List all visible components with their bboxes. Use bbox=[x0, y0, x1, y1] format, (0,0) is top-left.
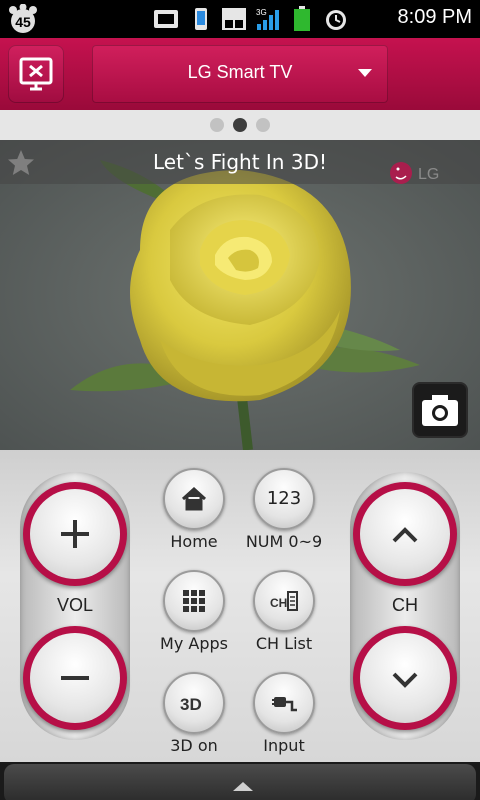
3d-button[interactable]: 3D bbox=[163, 672, 225, 734]
page-dot-active[interactable] bbox=[233, 118, 247, 132]
remote-panel: VOL CH Home 123 NUM 0~9 My Apps CH CH Li… bbox=[0, 450, 480, 762]
lg-logo-text: LG bbox=[418, 166, 439, 183]
battery-icon bbox=[294, 6, 310, 31]
chevron-down-icon bbox=[392, 672, 418, 688]
page-dot[interactable] bbox=[256, 118, 270, 132]
triangle-up-icon bbox=[233, 782, 253, 791]
signal-3g-icon: 3G bbox=[256, 8, 279, 30]
tv-preview: Let`s Fight In 3D! LG bbox=[0, 140, 480, 450]
alarm-clock-icon bbox=[326, 10, 346, 30]
volume-label: VOL bbox=[56, 595, 94, 615]
notification-badge-icon: 45 bbox=[9, 4, 37, 33]
input-button[interactable] bbox=[253, 672, 315, 734]
tv-screen-button[interactable] bbox=[8, 45, 64, 103]
badge-count: 45 bbox=[15, 14, 31, 30]
number-pad-label: NUM 0~9 bbox=[245, 532, 323, 551]
volume-up-button[interactable] bbox=[23, 482, 127, 586]
lg-logo-icon: LG bbox=[390, 162, 439, 184]
camera-icon bbox=[422, 395, 458, 426]
channel-list-button[interactable]: CH bbox=[253, 570, 315, 632]
number-pad-icon: 123 bbox=[266, 488, 302, 509]
device-selector[interactable]: LG Smart TV bbox=[92, 45, 388, 103]
page-indicator bbox=[0, 110, 480, 140]
volume-down-button[interactable] bbox=[23, 626, 127, 730]
home-icon bbox=[181, 486, 207, 511]
chevron-down-icon bbox=[358, 69, 372, 77]
tv-off-icon bbox=[19, 57, 53, 91]
data-transfer-icon bbox=[222, 8, 246, 30]
network-type: 3G bbox=[256, 8, 267, 17]
chevron-up-icon bbox=[392, 527, 418, 543]
gallery-notification-icon bbox=[154, 10, 178, 28]
status-time: 8:09 PM bbox=[397, 6, 472, 28]
channel-up-button[interactable] bbox=[353, 482, 457, 586]
bluetooth-phone-icon bbox=[195, 8, 207, 30]
device-name: LG Smart TV bbox=[187, 62, 293, 82]
input-label: Input bbox=[263, 736, 305, 755]
channel-list-label: CH List bbox=[255, 634, 313, 653]
input-plug-icon bbox=[272, 697, 297, 712]
my-apps-button[interactable] bbox=[163, 570, 225, 632]
rose-image bbox=[0, 140, 480, 450]
svg-text:CH: CH bbox=[270, 596, 287, 610]
number-pad-button[interactable]: 123 bbox=[253, 468, 315, 530]
bottom-bar bbox=[0, 762, 480, 800]
channel-label: CH bbox=[392, 595, 418, 615]
apps-grid-icon bbox=[183, 590, 205, 612]
page-dot[interactable] bbox=[210, 118, 224, 132]
channel-down-button[interactable] bbox=[353, 626, 457, 730]
plus-icon bbox=[61, 520, 89, 548]
channel-list-icon: CH bbox=[270, 591, 298, 611]
home-button[interactable] bbox=[163, 468, 225, 530]
minus-icon bbox=[61, 676, 89, 680]
3d-icon: 3D bbox=[180, 695, 202, 714]
app-header: LG Smart TV bbox=[0, 38, 480, 110]
expand-drawer-handle[interactable] bbox=[4, 764, 476, 800]
status-bar: 45 3G 8:09 PM bbox=[0, 0, 480, 38]
capture-button[interactable] bbox=[412, 382, 468, 438]
status-icons: 3G bbox=[152, 5, 350, 33]
svg-text:3D: 3D bbox=[180, 695, 202, 714]
